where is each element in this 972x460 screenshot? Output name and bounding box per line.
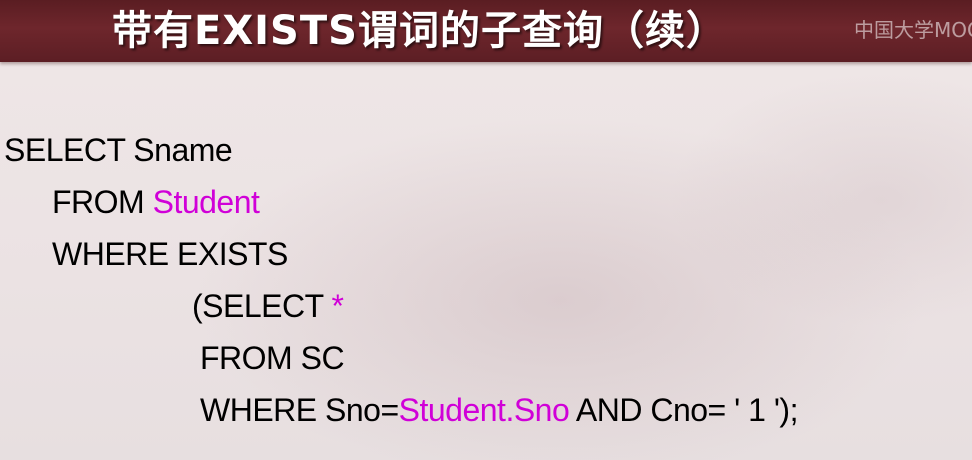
code-highlight: Student.Sno [398,392,570,428]
code-line-1: SELECT Sname [4,130,233,170]
code-line-6: WHERE Sno=Student.Sno AND Cno= ' 1 '); [200,390,798,430]
code-text: FROM SC [200,340,345,376]
code-line-5: FROM SC [200,338,345,378]
code-line-2: FROM Student [52,182,260,222]
code-highlight: * [331,288,344,324]
code-line-4: (SELECT * [192,286,344,326]
code-text: WHERE EXISTS [52,236,288,272]
code-text: SELECT Sname [4,132,233,168]
code-line-3: WHERE EXISTS [52,234,288,274]
slide: 带有EXISTS谓词的子查询（续） 中国大学MOOC SELECT Sname … [0,0,972,460]
sql-code-block: SELECT Sname FROM Student WHERE EXISTS (… [0,0,972,460]
code-text: (SELECT [192,288,332,324]
code-text: FROM [52,184,153,220]
code-highlight: Student [152,184,260,220]
code-text: AND Cno= ' 1 '); [569,392,799,428]
code-text: WHERE Sno= [200,392,399,428]
